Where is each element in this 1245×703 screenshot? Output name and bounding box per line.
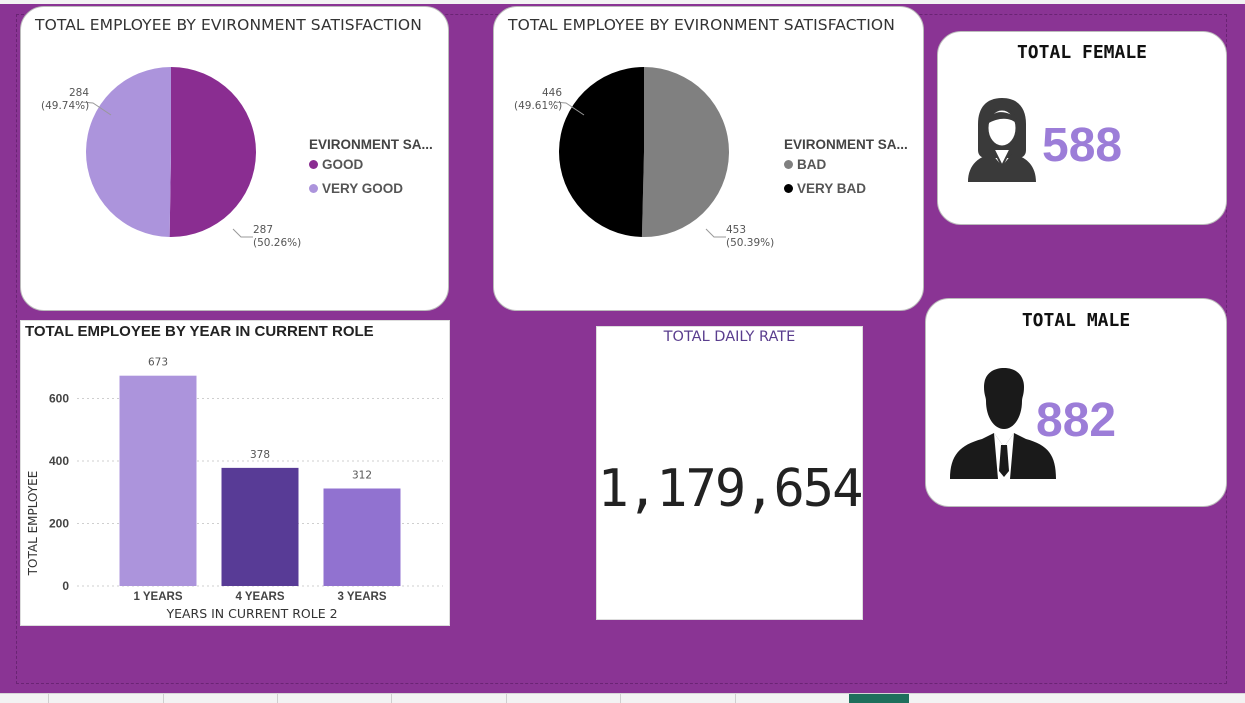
pie-bad-slice-very-bad[interactable]: [559, 67, 644, 237]
bar-data-label: 312: [352, 470, 372, 482]
bar-x-tick-label: 3 YEARS: [337, 591, 386, 603]
kpi-female-title: TOTAL FEMALE: [1016, 42, 1148, 63]
sheet-tab[interactable]: [391, 694, 507, 703]
bar-1-years[interactable]: [119, 375, 197, 586]
legend-dot-bad: [784, 160, 793, 169]
legend-item-very-bad[interactable]: VERY BAD: [784, 181, 866, 196]
daily-rate-value: 1,179,654: [597, 459, 864, 519]
sheet-tab[interactable]: [48, 694, 164, 703]
pie-good-legend-title: EVIRONMENT SA...: [309, 137, 433, 152]
pie-good-pct-good: (50.26%): [253, 237, 302, 249]
legend-item-bad[interactable]: BAD: [784, 157, 826, 172]
female-person-icon: [968, 98, 1036, 182]
pie-bad-leader-line: [705, 228, 726, 238]
bar-chart[interactable]: 0 200 400 600 673 1 YEARS 378 4 YEARS 312 3 YEARS: [21, 321, 449, 625]
bar-y-tick-label: 0: [62, 579, 69, 593]
pie-good-value-good: 287: [253, 224, 274, 236]
legend-dot-good: [309, 160, 318, 169]
pie-good-title: TOTAL EMPLOYEE BY EVIRONMENT SATISFACTIO…: [35, 16, 422, 34]
pie-bad-legend-title: EVIRONMENT SA...: [784, 137, 908, 152]
pie-good-slice-very-good[interactable]: [86, 67, 171, 237]
pie-good-label-good: 287 (50.26%): [253, 224, 301, 250]
bar-card[interactable]: TOTAL EMPLOYEE BY YEAR IN CURRENT ROLE 0…: [20, 320, 450, 626]
pie-bad-value-very-bad: 446: [541, 87, 562, 99]
legend-item-very-good[interactable]: VERY GOOD: [309, 181, 403, 196]
bar-y-tick-label: 400: [49, 454, 69, 468]
legend-label-good: GOOD: [322, 157, 364, 172]
legend-label-very-bad: VERY BAD: [797, 181, 867, 196]
bar-data-label: 673: [148, 357, 168, 369]
sheet-tab[interactable]: [0, 694, 49, 703]
pie-bad-title: TOTAL EMPLOYEE BY EVIRONMENT SATISFACTIO…: [508, 16, 895, 34]
bar-y-tick-label: 600: [49, 392, 69, 406]
pie-bad-label-very-bad: 446 (49.61%): [514, 87, 562, 113]
daily-rate-title: TOTAL DAILY RATE: [663, 329, 796, 345]
pie-bad-pct-very-bad: (49.61%): [514, 100, 563, 112]
legend-item-good[interactable]: GOOD: [309, 157, 363, 172]
pie-good-value-very-good: 284: [68, 87, 89, 99]
pie-good-slice-good[interactable]: [169, 67, 257, 237]
kpi-male-title: TOTAL MALE: [1021, 310, 1131, 331]
sheet-tab[interactable]: [163, 694, 278, 703]
sheet-tab[interactable]: [506, 694, 621, 703]
bar-4-years[interactable]: [221, 467, 299, 586]
sheet-tab[interactable]: [735, 694, 850, 703]
bar-x-tick-label: 4 YEARS: [235, 591, 284, 603]
pie-card-bad[interactable]: TOTAL EMPLOYEE BY EVIRONMENT SATISFACTIO…: [493, 6, 924, 311]
pie-bad-label-bad: 453 (50.39%): [726, 224, 774, 250]
bar-3-years[interactable]: [323, 488, 401, 587]
kpi-card-male[interactable]: TOTAL MALE 882: [925, 298, 1227, 507]
kpi-female-value: 588: [1042, 119, 1123, 172]
pie-good-leader-line: [232, 228, 253, 238]
bar-y-tick-label: 200: [49, 517, 69, 531]
legend-label-bad: BAD: [797, 157, 827, 172]
sheet-tab-active[interactable]: [849, 694, 909, 703]
kpi-male-value: 882: [1036, 394, 1117, 447]
bar-x-tick-label: 1 YEARS: [133, 591, 182, 603]
legend-label-very-good: VERY GOOD: [322, 181, 404, 196]
daily-rate-card[interactable]: TOTAL DAILY RATE 1,179,654: [596, 326, 863, 620]
bar-data-label: 378: [250, 449, 270, 461]
sheet-tab[interactable]: [620, 694, 736, 703]
bar-x-axis-label: YEARS IN CURRENT ROLE 2: [166, 606, 338, 621]
legend-dot-very-good: [309, 184, 318, 193]
legend-dot-very-bad: [784, 184, 793, 193]
kpi-card-female[interactable]: TOTAL FEMALE 588: [937, 31, 1227, 225]
bar-y-axis-label: TOTAL EMPLOYEE: [26, 470, 40, 576]
sheet-tab[interactable]: [277, 694, 392, 703]
pie-bad-value-bad: 453: [726, 224, 747, 236]
pie-bad-slice-bad[interactable]: [641, 67, 729, 237]
pie-bad-pct-bad: (50.39%): [726, 237, 775, 249]
pie-good-pct-very-good: (49.74%): [41, 100, 90, 112]
pie-good-label-very-good: 284 (49.74%): [41, 87, 89, 113]
pie-card-good[interactable]: TOTAL EMPLOYEE BY EVIRONMENT SATISFACTIO…: [20, 6, 449, 311]
